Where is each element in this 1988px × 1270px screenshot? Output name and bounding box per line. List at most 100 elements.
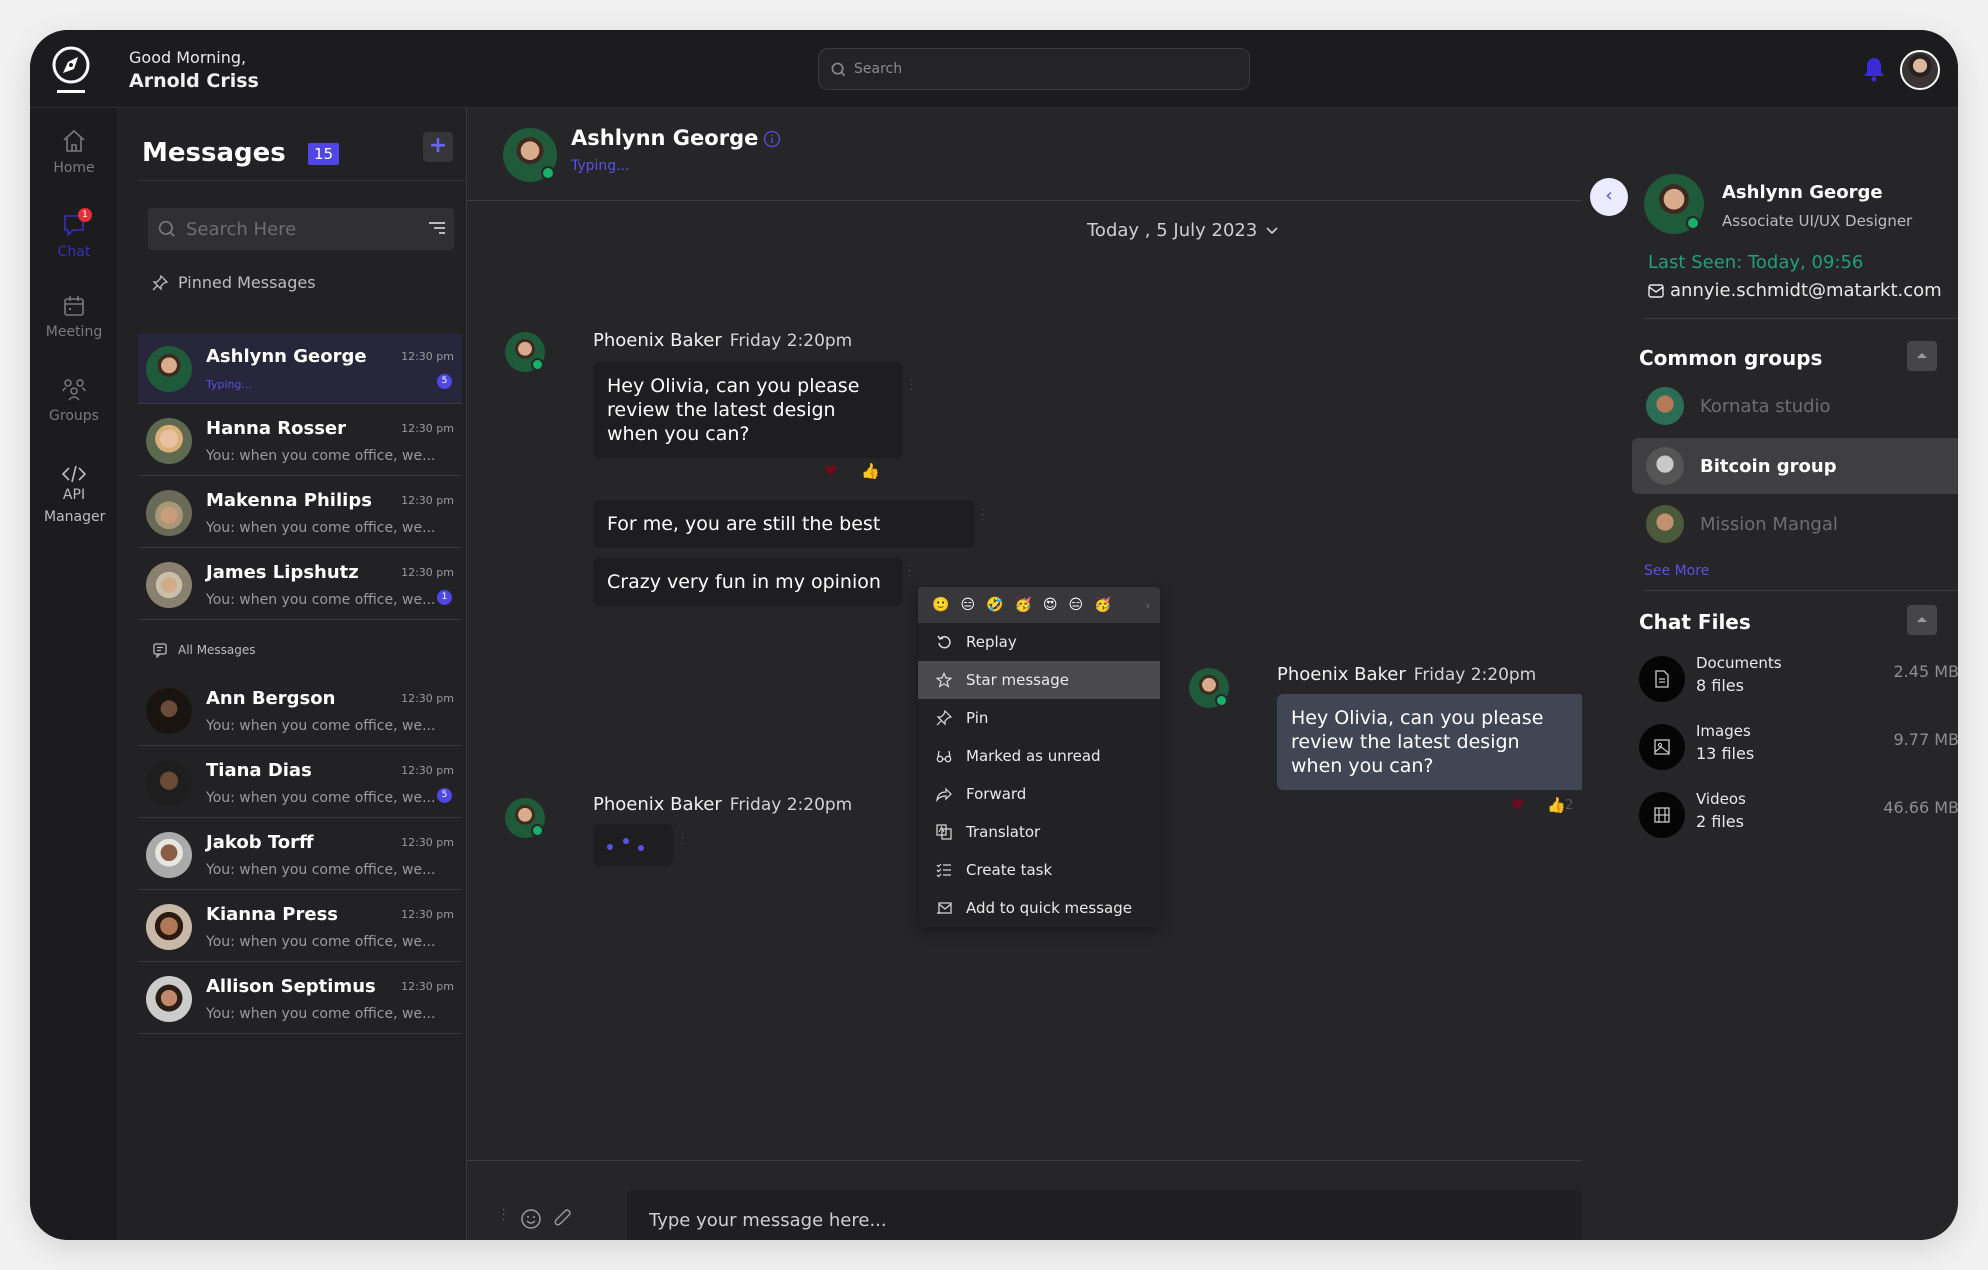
message-options-icon[interactable]: · · · [910,376,913,396]
emoji-reaction-option[interactable]: 😑 [1069,597,1084,613]
code-icon [61,465,87,483]
message-time: 12:30 pm [401,836,454,849]
message-time: 12:30 pm [401,566,454,579]
menu-item-add-quick-message[interactable]: Add to quick message [918,889,1160,927]
mail-icon [1648,283,1664,298]
thumbs-up-reaction-icon[interactable]: 👍 [861,462,880,480]
group-item-mission-mangal[interactable]: Mission Mangal [1632,496,1958,552]
message-preview: You: when you come office, we... [206,718,436,734]
chat-list-item[interactable]: Makenna Philips You: when you come office… [138,478,462,548]
logo-icon[interactable] [50,45,92,95]
emoji-reaction-option[interactable]: 😍 [1043,597,1058,613]
message-time: 12:30 pm [401,692,454,705]
filter-icon[interactable] [428,220,446,236]
sidebar-item-chat[interactable]: 1 Chat [30,208,118,260]
notification-bell-icon[interactable] [1862,56,1886,82]
contact-name: Kianna Press [206,904,339,925]
emoji-reaction-option[interactable]: 🤣 [986,597,1003,613]
chat-list-item[interactable]: Ann Bergson You: when you come office, we… [138,676,462,746]
new-message-button[interactable]: + [423,132,453,162]
message-options-icon[interactable]: · · · [908,562,911,582]
sidebar-item-api-manager[interactable]: API Manager [30,464,118,528]
file-category-images[interactable]: Images 13 files 9.77 MB › [1639,722,1958,770]
emoji-icon[interactable] [520,1208,542,1230]
message-bubble[interactable]: Hey Olivia, can you please review the la… [593,362,903,458]
heart-reaction-icon[interactable]: ♥ [824,462,837,480]
date-selector[interactable]: Today , 5 July 2023 [1087,220,1279,241]
unread-badge: 5 [437,788,452,803]
group-item-kornata-studio[interactable]: Kornata studio [1632,378,1958,434]
online-indicator [541,166,555,180]
sender-avatar[interactable] [505,332,545,372]
collapse-panel-button[interactable]: ‹ [1590,178,1628,216]
menu-item-pin[interactable]: Pin [918,699,1160,737]
message-preview: You: when you come office, we... [206,1006,436,1022]
profile-avatar [1644,174,1704,234]
pinned-messages-label: Pinned Messages [152,273,316,292]
menu-item-replay[interactable]: Replay [918,623,1160,661]
message-bubble[interactable]: Crazy very fun in my opinion [593,558,903,606]
chat-list-item[interactable]: James Lipshutz You: when you come office,… [138,550,462,620]
menu-item-create-task[interactable]: Create task [918,851,1160,889]
sidebar-item-home[interactable]: Home [30,128,118,176]
sidebar-item-groups[interactable]: Groups [30,378,118,424]
online-indicator [1686,216,1700,230]
menu-item-translator[interactable]: Translator [918,813,1160,851]
chat-list-item[interactable]: Hanna Rosser You: when you come office, w… [138,406,462,476]
group-item-bitcoin-group[interactable]: Bitcoin group [1632,438,1958,494]
video-icon [1639,792,1685,838]
chat-list-item[interactable]: Ashlynn George Typing... 12:30 pm 5 [138,334,462,404]
message-bubble[interactable]: Hey Olivia, can you please review the la… [1277,694,1585,790]
chat-list-item[interactable]: Tiana Dias You: when you come office, we.… [138,748,462,818]
collapse-files-button[interactable] [1907,605,1937,635]
chat-list-item[interactable]: Kianna Press You: when you come office, w… [138,892,462,962]
global-search[interactable] [818,48,1250,90]
menu-item-star-message[interactable]: Star message [918,661,1160,699]
menu-item-mark-unread[interactable]: Marked as unread [918,737,1160,775]
message-options-icon[interactable]: · · · [681,830,684,850]
contact-avatar[interactable] [503,128,557,182]
group-avatar [1646,447,1684,485]
typing-indicator [593,824,673,866]
reaction-count: 2 [1565,798,1574,813]
menu-item-forward[interactable]: Forward [918,775,1160,813]
message-bubble[interactable]: For me, you are still the best [593,500,975,548]
heart-reaction-icon[interactable]: ♥ [1511,796,1524,814]
last-seen: Last Seen: Today, 09:56 [1648,252,1864,273]
user-avatar[interactable] [1900,50,1940,90]
attachment-icon[interactable] [553,1208,573,1230]
messages-title: Messages [142,138,286,168]
chat-list-item[interactable]: Jakob Torff You: when you come office, we… [138,820,462,890]
profile-email[interactable]: annyie.schmidt@matarkt.com [1648,280,1942,301]
message-input[interactable] [649,1209,1549,1231]
sidebar-item-meeting[interactable]: Meeting [30,294,118,340]
profile-name: Ashlynn George [1722,182,1883,203]
file-category-documents[interactable]: Documents 8 files 2.45 MB › [1639,654,1958,702]
emoji-reaction-option[interactable]: 😑 [960,597,975,613]
thumbs-up-reaction-icon[interactable]: 👍 [1547,796,1566,814]
image-icon [1639,724,1685,770]
see-more-link[interactable]: See More [1644,563,1709,579]
contact-name[interactable]: Ashlynn George [571,126,758,150]
message-preview: You: when you come office, we... [206,448,436,464]
messages-search-input[interactable] [186,218,416,240]
sidebar-nav: Home 1 Chat Meeting Groups API Manager [30,108,118,1240]
emoji-reaction-option[interactable]: 🙂 [932,597,949,613]
emoji-reaction-bar: 🙂 😑 🤣 🥳 😍 😑 🥳 › [918,587,1160,623]
global-search-input[interactable] [854,61,1234,77]
collapse-groups-button[interactable] [1907,341,1937,371]
file-category-videos[interactable]: Videos 2 files 46.66 MB › [1639,790,1958,838]
sender-avatar[interactable] [1189,668,1229,708]
message-options-icon[interactable]: · · · [981,506,984,526]
emoji-reaction-option[interactable]: 🥳 [1014,597,1031,613]
chat-list-item[interactable]: Allison Septimus You: when you come offic… [138,964,462,1034]
messages-search[interactable] [148,208,454,250]
sender-avatar[interactable] [505,798,545,838]
avatar [146,346,192,392]
user-name: Arnold Criss [129,70,259,92]
composer-more-icon[interactable]: · · · [502,1206,505,1226]
message-composer[interactable] [627,1190,1582,1240]
emoji-reaction-option[interactable]: 🥳 [1094,597,1111,613]
info-icon[interactable] [763,130,781,148]
chevron-right-icon[interactable]: › [1146,599,1150,612]
